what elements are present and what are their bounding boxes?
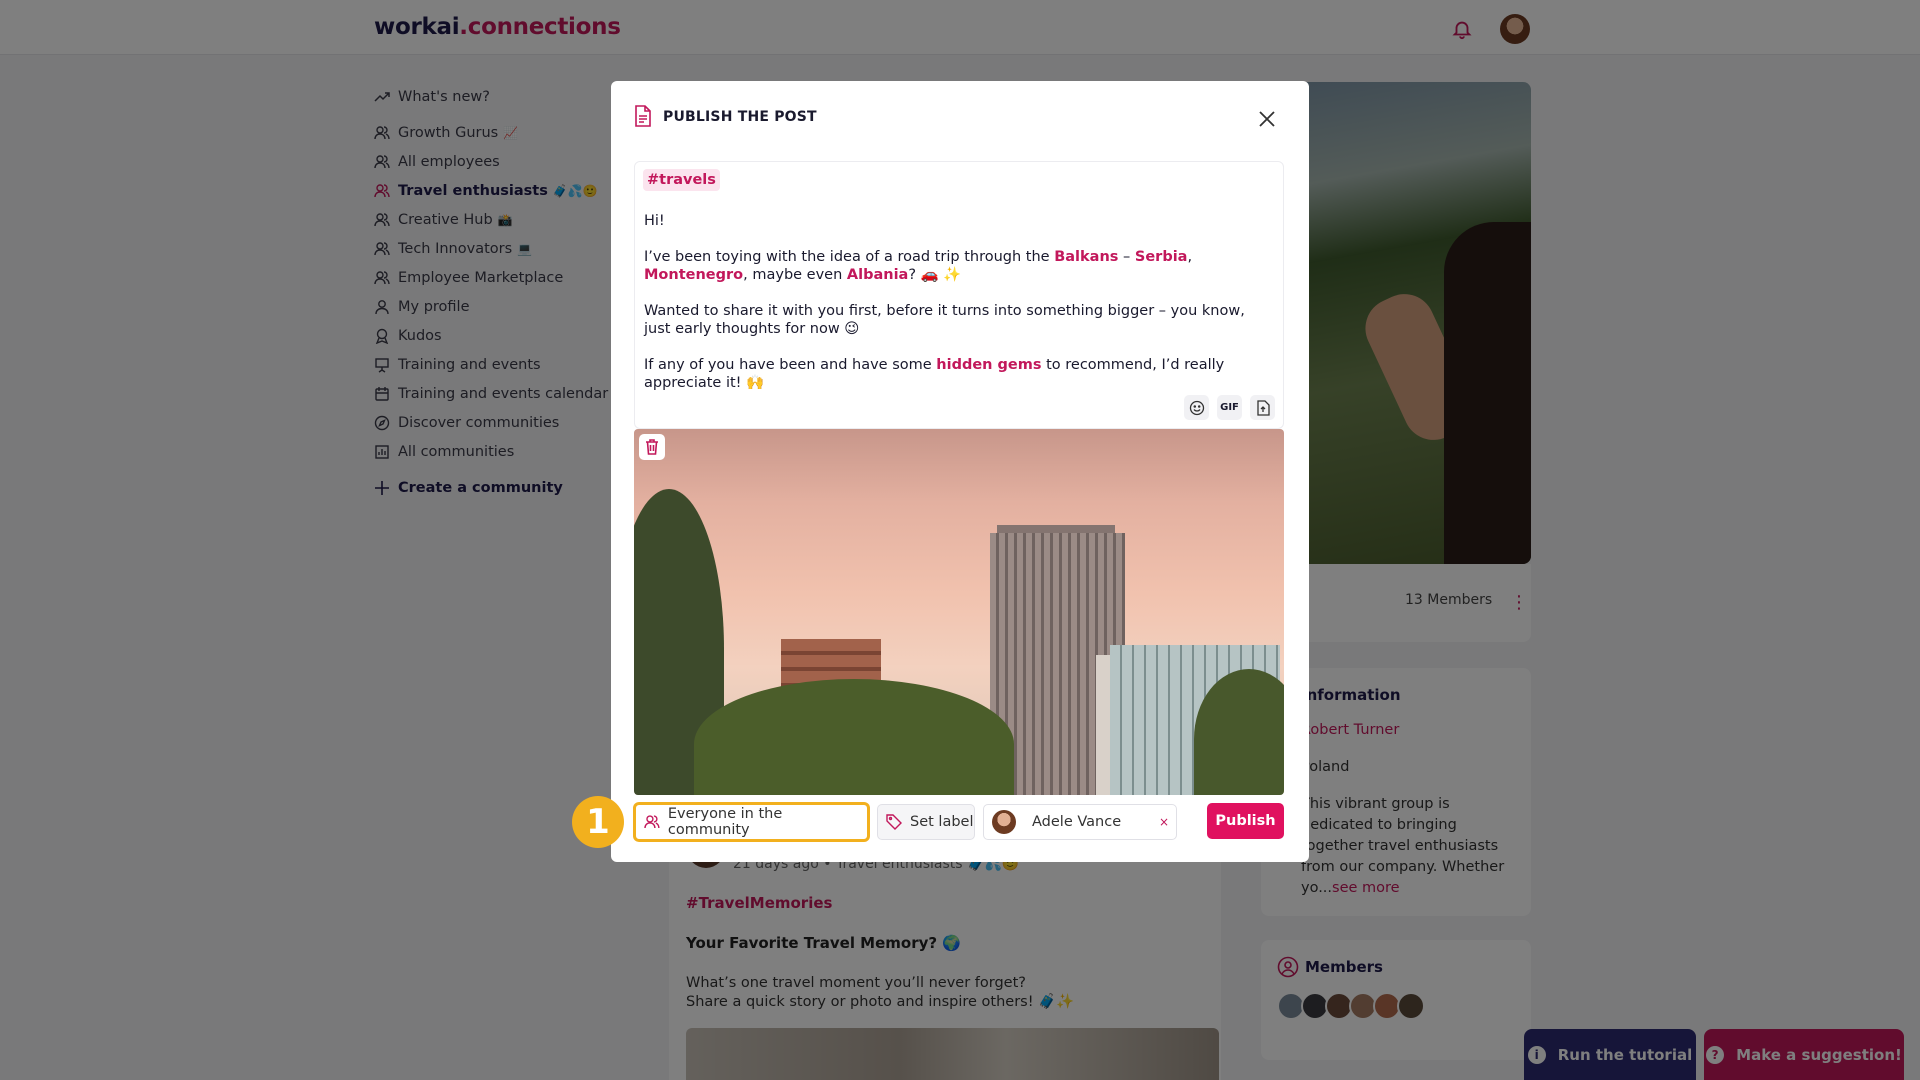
author-selector[interactable]: Adele Vance ×: [983, 804, 1177, 840]
group-icon: [644, 815, 660, 828]
attached-image: [634, 429, 1284, 795]
post-paragraph-2: Wanted to share it with you first, befor…: [644, 302, 1245, 338]
emoji-button[interactable]: [1184, 395, 1209, 420]
tutorial-step-badge: 1: [572, 796, 624, 848]
trash-icon: [646, 439, 658, 455]
mention-albania[interactable]: Albania: [847, 267, 908, 283]
editor-toolbar: GIF: [1184, 395, 1275, 420]
modal-title: PUBLISH THE POST: [663, 109, 817, 125]
delete-image-button[interactable]: [639, 434, 665, 460]
mention-hidden-gems[interactable]: hidden gems: [936, 357, 1041, 373]
image-trees: [694, 679, 1014, 795]
post-editor[interactable]: #travels Hi! I’ve been toying with the i…: [634, 161, 1284, 429]
smiley-icon: [1189, 400, 1204, 415]
post-text[interactable]: Hi! I’ve been toying with the idea of a …: [644, 212, 1264, 410]
publish-button[interactable]: Publish: [1207, 803, 1284, 839]
modal-footer: Everyone in the community Set label Adel…: [634, 803, 1284, 845]
gif-button[interactable]: GIF: [1217, 395, 1242, 420]
tag-icon: [886, 814, 902, 830]
post-greeting: Hi!: [644, 213, 665, 229]
publish-post-modal: PUBLISH THE POST #travels Hi! I’ve been …: [611, 81, 1309, 862]
set-label-text: Set label: [910, 814, 974, 830]
mention-serbia[interactable]: Serbia: [1135, 249, 1188, 265]
set-label-button[interactable]: Set label: [877, 804, 975, 840]
mention-balkans[interactable]: Balkans: [1054, 249, 1118, 265]
post-paragraph-3: If any of you have been and have some hi…: [644, 356, 1225, 392]
attach-file-button[interactable]: [1250, 395, 1275, 420]
remove-author-icon[interactable]: ×: [1159, 815, 1169, 829]
document-icon: [635, 105, 651, 127]
hashtag-chip[interactable]: #travels: [643, 169, 720, 191]
author-avatar: [992, 810, 1016, 834]
file-upload-icon: [1256, 399, 1270, 416]
post-paragraph-1: I’ve been toying with the idea of a road…: [644, 248, 1193, 284]
audience-selector[interactable]: Everyone in the community: [634, 803, 869, 841]
close-icon[interactable]: [1258, 110, 1276, 128]
mention-montenegro[interactable]: Montenegro: [644, 267, 743, 283]
author-name: Adele Vance: [1032, 814, 1122, 830]
audience-label: Everyone in the community: [667, 806, 783, 838]
